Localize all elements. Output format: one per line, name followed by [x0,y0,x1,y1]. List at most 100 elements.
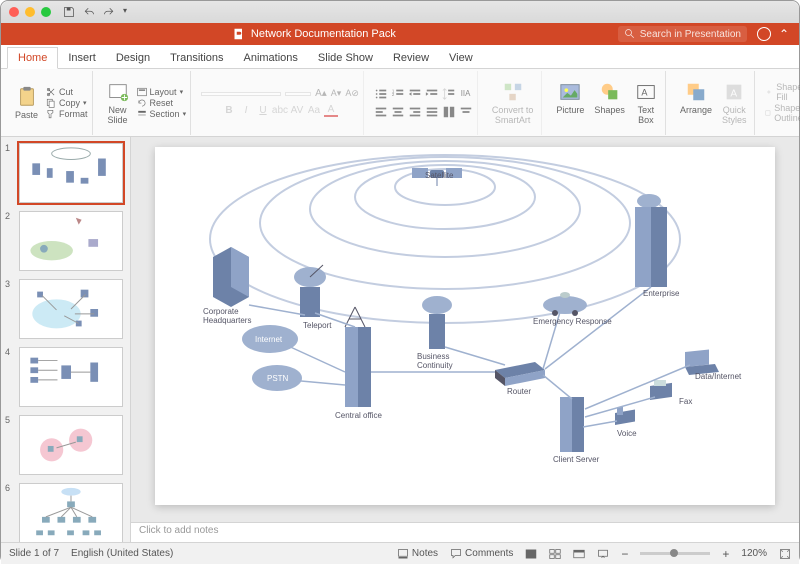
shape-outline-button[interactable]: Shape Outline▾ [765,103,800,123]
undo-icon[interactable] [83,6,95,18]
feedback-smiley-icon[interactable] [757,27,771,41]
slideshow-view-icon[interactable] [597,548,609,560]
cut-button[interactable]: Cut [46,87,88,97]
text-direction-icon[interactable]: IIA [459,87,473,101]
paste-button[interactable]: Paste [11,84,42,122]
picture-icon [559,81,581,103]
redo-icon[interactable] [103,6,115,18]
group-slides: New Slide Layout▾ Reset Section▾ [99,71,192,135]
slide-thumbnail-5[interactable] [19,415,123,475]
slide-thumbnail-panel[interactable]: 1 2 3 4 5 6 [1,137,131,542]
status-language[interactable]: English (United States) [71,548,173,559]
group-arrange: Arrange AQuick Styles [672,71,756,135]
tab-insert[interactable]: Insert [58,48,106,68]
shape-fill-button[interactable]: Shape Fill▾ [765,82,800,102]
char-spacing-button[interactable]: Aa [307,103,321,117]
textbox-button[interactable]: AText Box [631,79,661,127]
slide-canvas-viewport[interactable]: Satellite Corporate Headquarters Telepor… [131,137,799,522]
decrease-indent-icon[interactable] [408,87,422,101]
notes-pane[interactable]: Click to add notes [131,522,799,542]
svg-text:IIA: IIA [461,88,471,97]
reset-button[interactable]: Reset [137,98,187,108]
bullets-icon[interactable] [374,87,388,101]
align-text-icon[interactable] [459,105,473,119]
document-title: Network Documentation Pack [251,28,396,40]
slide-thumbnail-6[interactable] [19,483,123,542]
zoom-out-button[interactable]: − [621,547,628,561]
numbering-icon[interactable]: 12 [391,87,405,101]
tab-animations[interactable]: Animations [234,48,308,68]
label-data-internet: Data/Internet [695,372,741,381]
increase-font-icon[interactable]: A▴ [315,88,327,99]
fit-to-window-icon[interactable] [779,548,791,560]
slide-thumbnail-2[interactable] [19,211,123,271]
align-left-icon[interactable] [374,105,388,119]
svg-text:A: A [641,87,648,97]
status-slide-number: Slide 1 of 7 [9,548,59,559]
shapes-icon [599,81,621,103]
search-in-presentation[interactable]: Search in Presentation [618,26,747,42]
slide-thumbnail-4[interactable] [19,347,123,407]
arrange-button[interactable]: Arrange [676,79,716,127]
picture-button[interactable]: Picture [552,79,588,127]
slide-1[interactable]: Satellite Corporate Headquarters Telepor… [155,147,775,505]
italic-button[interactable]: I [239,103,253,117]
group-smartart: Convert to SmartArt [484,71,543,135]
clear-format-icon[interactable]: A⊘ [345,88,359,99]
comments-toggle[interactable]: Comments [450,548,513,560]
minimize-window-button[interactable] [25,7,35,17]
zoom-slider[interactable] [640,552,710,555]
notes-placeholder: Click to add notes [139,525,219,536]
bold-button[interactable]: B [222,103,236,117]
group-insert: Picture Shapes AText Box [548,71,666,135]
label-teleport: Teleport [303,321,331,330]
sorter-view-icon[interactable] [549,548,561,560]
tab-slideshow[interactable]: Slide Show [308,48,383,68]
shapes-button[interactable]: Shapes [590,79,629,127]
justify-icon[interactable] [425,105,439,119]
slide-thumbnail-1[interactable] [19,143,123,203]
label-business-continuity: Business Continuity [417,352,453,370]
notes-toggle[interactable]: Notes [397,548,438,560]
increase-indent-icon[interactable] [425,87,439,101]
format-painter-button[interactable]: Format [46,109,88,119]
tab-review[interactable]: Review [383,48,439,68]
label-central-office: Central office [335,411,382,420]
tab-design[interactable]: Design [106,48,160,68]
maximize-window-button[interactable] [41,7,51,17]
search-icon [624,28,636,40]
tab-home[interactable]: Home [7,47,58,69]
align-right-icon[interactable] [408,105,422,119]
shadow-button[interactable]: AV [290,103,304,117]
decrease-font-icon[interactable]: A▾ [331,88,342,99]
label-internet: Internet [255,335,282,344]
macos-titlebar: ▾ [1,1,799,23]
section-button[interactable]: Section▾ [137,109,187,119]
convert-smartart-button[interactable]: Convert to SmartArt [488,79,538,127]
layout-button[interactable]: Layout▾ [137,87,187,97]
zoom-in-button[interactable]: + [722,547,729,561]
close-window-button[interactable] [9,7,19,17]
quick-styles-button[interactable]: AQuick Styles [718,79,751,127]
strike-button[interactable]: abc [273,103,287,117]
font-color-button[interactable]: A [324,103,338,117]
new-slide-button[interactable]: New Slide [103,79,133,127]
status-bar: Slide 1 of 7 English (United States) Not… [1,542,799,564]
align-center-icon[interactable] [391,105,405,119]
font-name-select[interactable] [201,92,281,96]
line-spacing-icon[interactable] [442,87,456,101]
zoom-level[interactable]: 120% [741,548,767,559]
reading-view-icon[interactable] [573,548,585,560]
network-diagram [155,147,775,505]
slide-thumbnail-3[interactable] [19,279,123,339]
columns-icon[interactable] [442,105,456,119]
underline-button[interactable]: U [256,103,270,117]
qat-dropdown-icon[interactable]: ▾ [123,6,127,18]
save-icon[interactable] [63,6,75,18]
copy-button[interactable]: Copy▾ [46,98,88,108]
normal-view-icon[interactable] [525,548,537,560]
tab-view[interactable]: View [439,48,483,68]
font-size-select[interactable] [285,92,311,96]
collapse-ribbon-button[interactable]: ⌃ [779,27,789,41]
tab-transitions[interactable]: Transitions [160,48,233,68]
